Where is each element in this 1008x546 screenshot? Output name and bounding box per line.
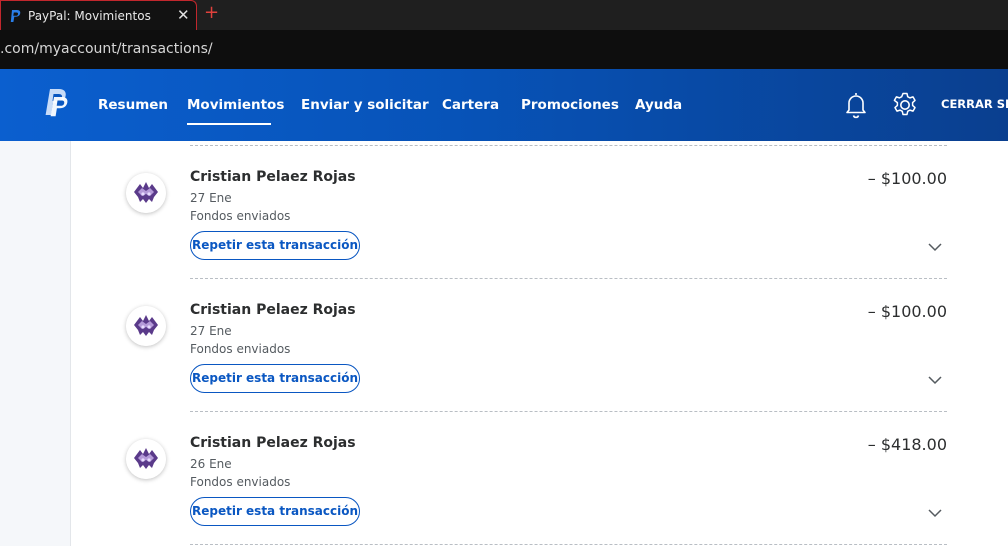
nav-resumen[interactable]: Resumen bbox=[98, 97, 168, 113]
transaction-row[interactable]: Cristian Pelaez Rojas 27 Ene Fondos envi… bbox=[0, 145, 1008, 278]
transaction-amount: – $100.00 bbox=[867, 302, 947, 321]
paypal-logo-icon[interactable] bbox=[42, 87, 70, 119]
new-tab-icon[interactable]: + bbox=[204, 3, 219, 23]
chevron-down-icon[interactable] bbox=[928, 242, 942, 252]
chevron-down-icon[interactable] bbox=[928, 375, 942, 385]
transaction-type: Fondos enviados bbox=[190, 475, 291, 489]
paypal-header: Resumen Movimientos Enviar y solicitar C… bbox=[0, 69, 1008, 141]
repeat-transaction-button[interactable]: Repetir esta transacción bbox=[190, 364, 360, 393]
nav-promociones[interactable]: Promociones bbox=[521, 97, 619, 113]
url-text[interactable]: .com/myaccount/transactions/ bbox=[0, 41, 213, 57]
counterparty-name[interactable]: Cristian Pelaez Rojas bbox=[190, 169, 356, 185]
nav-enviar-y-solicitar[interactable]: Enviar y solicitar bbox=[301, 97, 429, 113]
repeat-transaction-button[interactable]: Repetir esta transacción bbox=[190, 497, 360, 526]
avatar bbox=[126, 306, 166, 346]
transaction-date: 27 Ene bbox=[190, 324, 232, 338]
nav-movimientos[interactable]: Movimientos bbox=[187, 97, 284, 113]
browser-tabbar: PayPal: Movimientos ✕ + bbox=[0, 0, 1008, 30]
transaction-type: Fondos enviados bbox=[190, 209, 291, 223]
nav-cartera[interactable]: Cartera bbox=[442, 97, 499, 113]
transaction-amount: – $418.00 bbox=[867, 435, 947, 454]
counterparty-name[interactable]: Cristian Pelaez Rojas bbox=[190, 435, 356, 451]
counterparty-name[interactable]: Cristian Pelaez Rojas bbox=[190, 302, 356, 318]
paypal-favicon-icon bbox=[10, 10, 21, 22]
transaction-date: 27 Ene bbox=[190, 191, 232, 205]
gear-icon[interactable] bbox=[891, 91, 919, 119]
avatar bbox=[126, 439, 166, 479]
address-bar[interactable]: .com/myaccount/transactions/ bbox=[0, 30, 1008, 69]
transaction-row[interactable]: Cristian Pelaez Rojas 27 Ene Fondos envi… bbox=[0, 278, 1008, 411]
transaction-amount: – $100.00 bbox=[867, 169, 947, 188]
transaction-type: Fondos enviados bbox=[190, 342, 291, 356]
avatar bbox=[126, 173, 166, 213]
transaction-date: 26 Ene bbox=[190, 457, 232, 471]
browser-tab[interactable]: PayPal: Movimientos ✕ bbox=[0, 0, 197, 30]
logout-link[interactable]: CERRAR SES bbox=[941, 97, 1008, 111]
nav-ayuda[interactable]: Ayuda bbox=[635, 97, 682, 113]
chevron-down-icon[interactable] bbox=[928, 508, 942, 518]
tab-close-icon[interactable]: ✕ bbox=[177, 6, 190, 24]
tab-title: PayPal: Movimientos bbox=[28, 9, 151, 23]
divider bbox=[190, 544, 947, 545]
transaction-row[interactable]: Cristian Pelaez Rojas 26 Ene Fondos envi… bbox=[0, 411, 1008, 544]
bell-icon[interactable] bbox=[844, 91, 868, 119]
nav-active-indicator bbox=[187, 123, 271, 125]
repeat-transaction-button[interactable]: Repetir esta transacción bbox=[190, 231, 360, 260]
